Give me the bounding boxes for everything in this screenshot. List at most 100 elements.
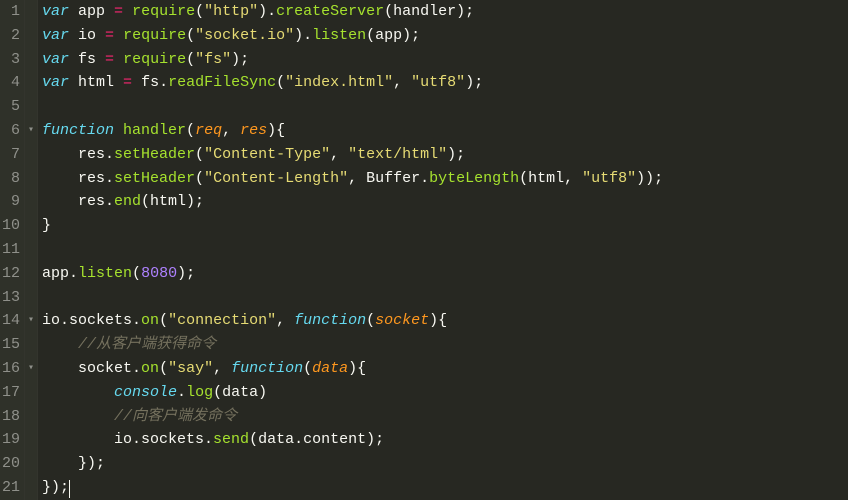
code-line[interactable]: var html = fs.readFileSync("index.html",…: [42, 71, 848, 95]
token-p: (: [186, 51, 195, 68]
token-p: ).: [258, 3, 276, 20]
fold-marker: [25, 476, 37, 500]
token-p: ,: [393, 74, 411, 91]
code-line[interactable]: }: [42, 214, 848, 238]
code-editor[interactable]: 123456789101112131415161718192021 ▾▾▾ va…: [0, 0, 848, 500]
fold-marker[interactable]: ▾: [25, 119, 37, 143]
line-number: 3: [2, 48, 20, 72]
fold-marker: [25, 333, 37, 357]
token-fn: createServer: [276, 3, 384, 20]
token-str: "socket.io": [195, 27, 294, 44]
code-line[interactable]: function handler(req, res){: [42, 119, 848, 143]
token-p: (data): [213, 384, 267, 401]
code-line[interactable]: [42, 286, 848, 310]
fold-marker[interactable]: ▾: [25, 309, 37, 333]
token-fn: send: [213, 431, 249, 448]
token-str: "text/html": [348, 146, 447, 163]
token-op: =: [123, 74, 141, 91]
fold-marker: [25, 48, 37, 72]
token-id: io: [78, 27, 105, 44]
token-fn: end: [114, 193, 141, 210]
token-p: (html,: [519, 170, 582, 187]
token-fn: require: [123, 27, 186, 44]
code-line[interactable]: res.setHeader("Content-Length", Buffer.b…: [42, 167, 848, 191]
token-kw: var: [42, 74, 78, 91]
fold-marker: [25, 238, 37, 262]
token-p: (: [366, 312, 375, 329]
token-str: "utf8": [411, 74, 465, 91]
fold-column[interactable]: ▾ ▾ ▾: [25, 0, 38, 500]
code-line[interactable]: var io = require("socket.io").listen(app…: [42, 24, 848, 48]
code-line[interactable]: var fs = require("fs");: [42, 48, 848, 72]
token-p: ,: [222, 122, 240, 139]
token-id: fs: [78, 51, 105, 68]
token-fn: setHeader: [114, 146, 195, 163]
code-line[interactable]: //从客户端获得命令: [42, 333, 848, 357]
token-fn: byteLength: [429, 170, 519, 187]
code-line[interactable]: app.listen(8080);: [42, 262, 848, 286]
code-line[interactable]: res.setHeader("Content-Type", "text/html…: [42, 143, 848, 167]
code-line[interactable]: io.sockets.on("connection", function(soc…: [42, 309, 848, 333]
code-line[interactable]: [42, 238, 848, 262]
code-line[interactable]: var app = require("http").createServer(h…: [42, 0, 848, 24]
token-fn: readFileSync: [168, 74, 276, 91]
code-line[interactable]: res.end(html);: [42, 190, 848, 214]
token-p: [42, 384, 114, 401]
token-p: });: [42, 455, 105, 472]
line-number: 2: [2, 24, 20, 48]
code-line[interactable]: [42, 95, 848, 119]
token-p: ,: [330, 146, 348, 163]
fold-marker: [25, 24, 37, 48]
token-cm: //向客户端发命令: [114, 408, 237, 425]
code-line[interactable]: console.log(data): [42, 381, 848, 405]
line-number: 8: [2, 167, 20, 191]
code-line[interactable]: //向客户端发命令: [42, 405, 848, 429]
line-number: 14: [2, 309, 20, 333]
code-line[interactable]: });: [42, 476, 848, 500]
token-str: "fs": [195, 51, 231, 68]
token-fn: listen: [312, 27, 366, 44]
token-p: ).: [294, 27, 312, 44]
token-str: "index.html": [285, 74, 393, 91]
token-id: app.: [42, 265, 78, 282]
line-number: 16: [2, 357, 20, 381]
line-number: 4: [2, 71, 20, 95]
token-p: (: [195, 3, 204, 20]
token-kw: var: [42, 3, 78, 20]
fold-marker[interactable]: ▾: [25, 357, 37, 381]
token-fn: log: [186, 384, 213, 401]
token-fn: require: [132, 3, 195, 20]
code-line[interactable]: io.sockets.send(data.content);: [42, 428, 848, 452]
code-area[interactable]: var app = require("http").createServer(h…: [38, 0, 848, 500]
code-line[interactable]: });: [42, 452, 848, 476]
token-p: (: [195, 146, 204, 163]
code-line[interactable]: socket.on("say", function(data){: [42, 357, 848, 381]
fold-marker: [25, 71, 37, 95]
token-id: res.: [42, 193, 114, 210]
token-p: [42, 408, 114, 425]
line-number: 1: [2, 0, 20, 24]
line-number: 9: [2, 190, 20, 214]
token-cm: //从客户端获得命令: [78, 336, 216, 353]
token-p: (: [186, 122, 195, 139]
token-id: res.: [42, 146, 114, 163]
line-number-gutter: 123456789101112131415161718192021: [0, 0, 25, 500]
fold-marker: [25, 167, 37, 191]
token-p: (: [159, 360, 168, 377]
token-id: app: [78, 3, 114, 20]
token-p: }: [42, 217, 51, 234]
token-p: ));: [636, 170, 663, 187]
token-kw: function: [231, 360, 303, 377]
line-number: 7: [2, 143, 20, 167]
token-fn: handler: [123, 122, 186, 139]
token-fn: listen: [78, 265, 132, 282]
fold-marker: [25, 452, 37, 476]
token-kw: function: [42, 122, 123, 139]
token-op: =: [114, 3, 132, 20]
token-id: res.: [42, 170, 114, 187]
fold-marker: [25, 95, 37, 119]
token-p: .: [177, 384, 186, 401]
token-p: ,: [276, 312, 294, 329]
token-str: "http": [204, 3, 258, 20]
token-p: (: [132, 265, 141, 282]
